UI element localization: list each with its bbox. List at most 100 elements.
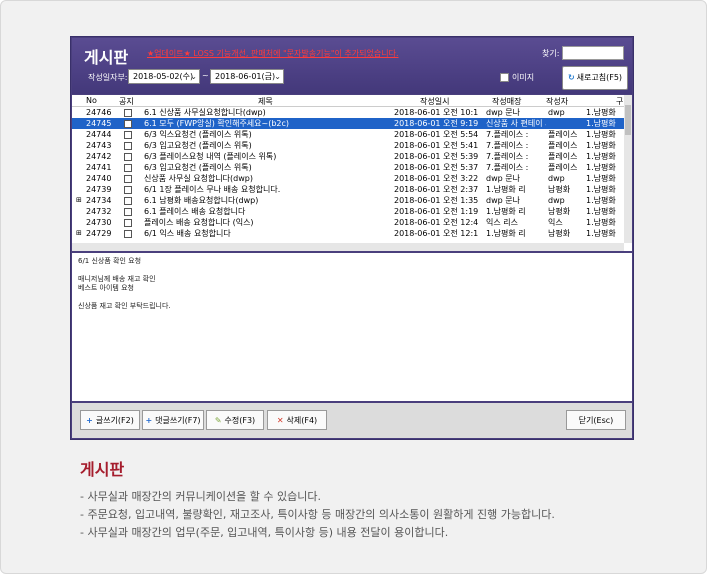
table-row[interactable]: 24746 6.1 신상품 사무실요청합니다(dwp) 2018-06-01 오전 … xyxy=(72,107,624,118)
row-title: 신상품 사무실 요청합니다(dwp) xyxy=(144,174,253,183)
pencil-icon: ✎ xyxy=(214,416,222,425)
row-no: 24744 xyxy=(86,130,112,139)
row-notice-checkbox[interactable] xyxy=(124,208,132,216)
close-label: 닫기(Esc) xyxy=(578,416,614,425)
vertical-scrollbar[interactable] xyxy=(624,95,632,243)
app-window: 게시판 ★업데이트★ LOSS 기능개선, 판매처에 "문자발송기능"이 추가되… xyxy=(70,36,634,440)
write-button[interactable]: + 글쓰기(F2) xyxy=(80,410,140,430)
row-store: dwp 문나 xyxy=(486,174,520,183)
row-date: 2018-06-01 오전 2:37 xyxy=(394,185,479,194)
row-writer: dwp xyxy=(548,108,565,117)
refresh-button[interactable]: ↻ 새로고침(F5) xyxy=(562,66,628,90)
checkbox-box[interactable] xyxy=(500,73,509,82)
row-notice-checkbox[interactable] xyxy=(124,109,132,117)
scroll-thumb[interactable] xyxy=(625,105,631,135)
row-title: 플레이스 배송 요청합니다 (익스) xyxy=(144,218,254,227)
plus-icon: + xyxy=(145,416,153,425)
row-region: 1.남평화 xyxy=(586,152,616,161)
row-notice-checkbox[interactable] xyxy=(124,230,132,238)
table-row[interactable]: 24742 6/3 플레이스요청 내역 (플레이스 위톡) 2018-06-01 오… xyxy=(72,151,624,162)
row-notice-checkbox[interactable] xyxy=(124,142,132,150)
col-region[interactable]: 구 xyxy=(616,96,623,107)
row-expand-icon[interactable]: ⊞ xyxy=(76,228,82,239)
row-notice-checkbox[interactable] xyxy=(124,175,132,183)
row-date: 2018-06-01 오전 5:39 xyxy=(394,152,479,161)
row-date: 2018-06-01 오전 5:54 xyxy=(394,130,479,139)
table-row[interactable]: 24745 6.1 모두 (FWP앙실) 확인해주세요~(b2c) 2018-06-… xyxy=(72,118,624,129)
row-date: 2018-06-01 오전 10:1 xyxy=(394,108,479,117)
row-no: 24741 xyxy=(86,163,112,172)
desc-line-3: - 사무실과 매장간의 업무(주문, 입고내역, 특이사항 등) 내용 전달이 … xyxy=(80,526,449,539)
row-notice-checkbox[interactable] xyxy=(124,186,132,194)
table-row[interactable]: 24739 6/1 1장 플레이스 무나 배송 요청합니다. 2018-06-01 … xyxy=(72,184,624,195)
date-from-select[interactable]: 2018-05-02(수) ⌄ xyxy=(128,69,200,84)
edit-button[interactable]: ✎ 수정(F3) xyxy=(206,410,264,430)
date-range-separator: ~ xyxy=(202,71,209,80)
row-store: 1.남평화 리 xyxy=(486,229,526,238)
row-no: 24746 xyxy=(86,108,112,117)
table-row[interactable]: ⊞ 24734 6.1 남평화 배송요청합니다(dwp) 2018-06-01 오전 … xyxy=(72,195,624,206)
bottom-toolbar: + 글쓰기(F2) + 댓글쓰기(F7) ✎ 수정(F3) ✕ 삭제(F4) 닫기(Es… xyxy=(72,403,632,438)
row-notice-checkbox[interactable] xyxy=(124,153,132,161)
table-row[interactable]: ⊞ 24729 6/1 익스 배송 요청합니다 2018-06-01 오전 12:1 1… xyxy=(72,228,624,239)
body-line xyxy=(78,266,626,275)
table-row[interactable]: 24741 6/3 입고요청건 (플레이스 위톡) 2018-06-01 오전 5:… xyxy=(72,162,624,173)
row-store: 7.플레이스 : xyxy=(486,163,529,172)
row-expand-icon[interactable]: ⊞ xyxy=(76,195,82,206)
col-writer[interactable]: 작성자 xyxy=(546,96,568,107)
image-checkbox[interactable]: 이미지 xyxy=(500,72,534,83)
table-row[interactable]: 24744 6/3 익스요청건 (플레이스 위톡) 2018-06-01 오전 5:… xyxy=(72,129,624,140)
reply-button[interactable]: + 댓글쓰기(F7) xyxy=(142,410,204,430)
row-region: 1.남평화 xyxy=(586,130,616,139)
find-input[interactable] xyxy=(562,46,624,60)
table-row[interactable]: 24732 6.1 플레이스 배송 요청합니다 2018-06-01 오전 1:19… xyxy=(72,206,624,217)
close-button[interactable]: 닫기(Esc) xyxy=(566,410,626,430)
body-line: 매니저님께 배송 재고 확인 xyxy=(78,275,156,283)
row-no: 24740 xyxy=(86,174,112,183)
row-region: 1.남평화 xyxy=(586,218,616,227)
body-line: 신상품 재고 확인 부탁드립니다. xyxy=(78,302,171,310)
date-to-select[interactable]: 2018-06-01(금) ⌄ xyxy=(210,69,284,84)
desc-line-2: - 주문요청, 입고내역, 불량확인, 재고조사, 특이사항 등 매장간의 의사… xyxy=(80,508,555,521)
row-writer: 플레이스 xyxy=(548,163,578,172)
horizontal-scrollbar[interactable] xyxy=(72,243,624,251)
row-region: 1.남평화 xyxy=(586,207,616,216)
row-notice-checkbox[interactable] xyxy=(124,219,132,227)
row-notice-checkbox[interactable] xyxy=(124,120,132,128)
row-date: 2018-06-01 오전 1:35 xyxy=(394,196,479,205)
desc-line-1: - 사무실과 매장간의 커뮤니케이션을 할 수 있습니다. xyxy=(80,490,321,503)
row-notice-checkbox[interactable] xyxy=(124,164,132,172)
row-title: 6.1 남평화 배송요청합니다(dwp) xyxy=(144,196,259,205)
row-date: 2018-06-01 오전 9:19 xyxy=(394,119,479,128)
row-region: 1.남평화 xyxy=(586,163,616,172)
row-date: 2018-06-01 오전 12:1 xyxy=(394,229,479,238)
col-date[interactable]: 작성일시 xyxy=(420,96,449,107)
row-store: dwp 문나 xyxy=(486,196,520,205)
delete-label: 삭제(F4) xyxy=(286,416,318,425)
col-store[interactable]: 작성매장 xyxy=(492,96,521,107)
row-date: 2018-06-01 오전 5:41 xyxy=(394,141,479,150)
col-no[interactable]: No xyxy=(86,96,97,105)
table-row[interactable]: 24740 신상품 사무실 요청합니다(dwp) 2018-06-01 오전 3:2… xyxy=(72,173,624,184)
row-no: 24732 xyxy=(86,207,112,216)
row-store: 7.플레이스 : xyxy=(486,130,529,139)
close-icon: ✕ xyxy=(276,416,284,425)
delete-button[interactable]: ✕ 삭제(F4) xyxy=(267,410,327,430)
row-writer: 플레이스 xyxy=(548,152,578,161)
row-store: 익스 리스 xyxy=(486,218,518,227)
body-line: 6/1 신상품 확인 요청 xyxy=(78,257,142,265)
update-notice[interactable]: ★업데이트★ LOSS 기능개선, 판매처에 "문자발송기능"이 추가되었습니다… xyxy=(147,48,399,59)
row-notice-checkbox[interactable] xyxy=(124,131,132,139)
image-checkbox-label: 이미지 xyxy=(512,73,535,82)
row-title: 6/1 1장 플레이스 무나 배송 요청합니다. xyxy=(144,185,281,194)
table-row[interactable]: 24730 플레이스 배송 요청합니다 (익스) 2018-06-01 오전 12:… xyxy=(72,217,624,228)
row-date: 2018-06-01 오전 12:4 xyxy=(394,218,479,227)
table-row[interactable]: 24743 6/3 입고요청건 (플레이스 위톡) 2018-06-01 오전 5:… xyxy=(72,140,624,151)
col-title[interactable]: 제목 xyxy=(258,96,273,107)
row-no: 24742 xyxy=(86,152,112,161)
row-no: 24734 xyxy=(86,196,112,205)
row-writer: dwp xyxy=(548,174,565,183)
row-notice-checkbox[interactable] xyxy=(124,197,132,205)
col-notice[interactable]: 공지 xyxy=(119,96,134,107)
row-title: 6/3 익스요청건 (플레이스 위톡) xyxy=(144,130,252,139)
